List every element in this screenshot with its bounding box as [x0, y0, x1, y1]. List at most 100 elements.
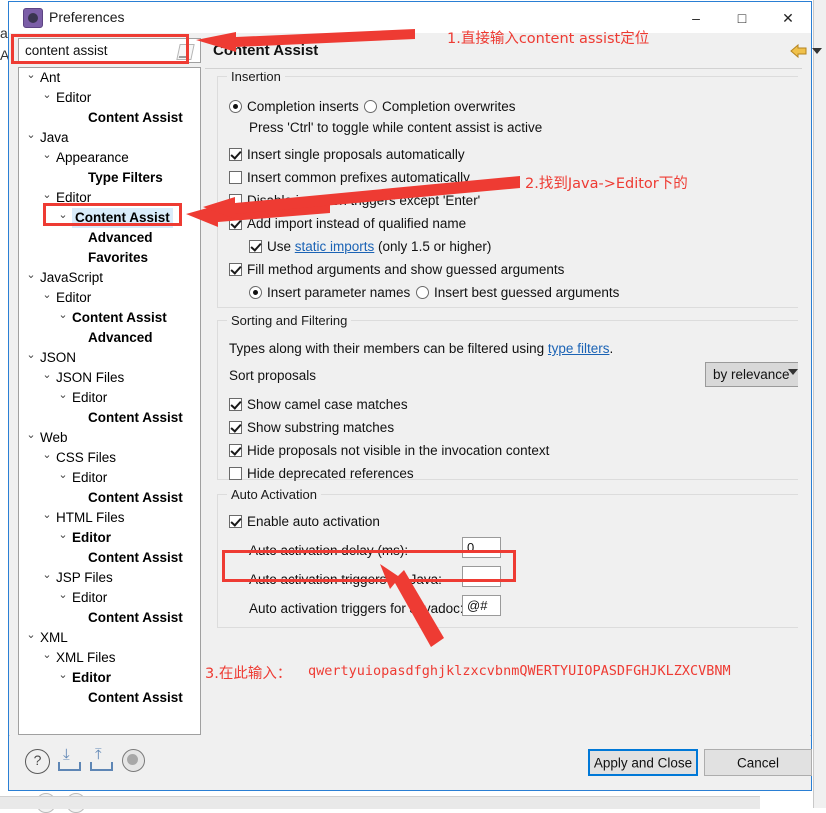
- export-icon[interactable]: ⤒: [90, 747, 113, 771]
- apply-and-close-label: Apply and Close: [593, 755, 693, 770]
- checkbox-indicator: [229, 194, 242, 207]
- auto-activation-legend: Auto Activation: [227, 487, 321, 502]
- add-import-label: Add import instead of qualified name: [247, 216, 467, 231]
- tree-item-content-assist[interactable]: Content Assist: [19, 108, 200, 128]
- chevron-down-icon[interactable]: ⌄: [41, 645, 53, 665]
- background-bottom-strip: [0, 796, 760, 809]
- hide-not-visible-label: Hide proposals not visible in the invoca…: [247, 443, 550, 458]
- maximize-icon: □: [737, 10, 747, 26]
- tree-item-jsp-files[interactable]: ⌄ JSP Files: [19, 568, 200, 588]
- show-substring-checkbox[interactable]: Show substring matches: [229, 420, 394, 435]
- tree-item-label: Content Assist: [88, 490, 183, 505]
- tree-item-label: Content Assist: [88, 550, 183, 565]
- insert-best-guessed-radio[interactable]: Insert best guessed arguments: [416, 285, 619, 300]
- chevron-down-icon[interactable]: ⌄: [25, 345, 37, 365]
- checkbox-indicator: [229, 467, 242, 480]
- auto-activation-javadoc-input[interactable]: @#: [462, 595, 501, 616]
- hide-deprecated-checkbox[interactable]: Hide deprecated references: [229, 466, 414, 481]
- completion-overwrites-radio[interactable]: Completion overwrites: [364, 99, 516, 114]
- sorting-legend: Sorting and Filtering: [227, 313, 352, 328]
- close-button[interactable]: ✕: [765, 2, 811, 33]
- chevron-down-icon[interactable]: ⌄: [41, 145, 53, 165]
- type-filters-link[interactable]: type filters: [548, 341, 610, 356]
- show-substring-label: Show substring matches: [247, 420, 395, 435]
- help-icon[interactable]: [25, 749, 50, 774]
- hide-not-visible-checkbox[interactable]: Hide proposals not visible in the invoca…: [229, 443, 549, 458]
- tree-item-editor[interactable]: ⌄ Editor: [19, 288, 200, 308]
- annotation-box-content-assist-node: [43, 203, 182, 226]
- tree-item-label: Advanced: [88, 330, 153, 345]
- tree-item-advanced[interactable]: Advanced: [19, 228, 200, 248]
- tree-item-label: Advanced: [88, 230, 153, 245]
- tree-item-content-assist[interactable]: ⌄ Content Assist: [19, 308, 200, 328]
- chevron-down-icon[interactable]: ⌄: [57, 305, 69, 325]
- chevron-down-icon[interactable]: ⌄: [57, 585, 69, 605]
- sort-proposals-label: Sort proposals: [229, 368, 317, 383]
- insert-parameter-names-radio[interactable]: Insert parameter names: [249, 285, 410, 300]
- tree-item-editor[interactable]: ⌄ Editor: [19, 588, 200, 608]
- tree-item-css-files[interactable]: ⌄ CSS Files: [19, 448, 200, 468]
- chevron-down-icon[interactable]: ⌄: [57, 525, 69, 545]
- chevron-down-icon[interactable]: ⌄: [25, 625, 37, 645]
- use-static-imports-checkbox[interactable]: Use static imports (only 1.5 or higher): [249, 239, 491, 254]
- chevron-down-icon[interactable]: ⌄: [41, 285, 53, 305]
- tree-item-editor[interactable]: ⌄ Editor: [19, 468, 200, 488]
- back-dropdown-icon[interactable]: [812, 48, 822, 54]
- tree-item-content-assist[interactable]: Content Assist: [19, 408, 200, 428]
- chevron-down-icon[interactable]: ⌄: [41, 185, 53, 205]
- tree-item-favorites[interactable]: Favorites: [19, 248, 200, 268]
- preferences-tree[interactable]: ⌄ Ant ⌄ Editor Content Assist ⌄ Java ⌄ Appearanc…: [18, 67, 201, 735]
- chevron-down-icon[interactable]: ⌄: [41, 565, 53, 585]
- chevron-down-icon[interactable]: ⌄: [41, 365, 53, 385]
- use-static-imports-label-pre: Use: [267, 239, 295, 254]
- chevron-down-icon[interactable]: ⌄: [57, 465, 69, 485]
- checkbox-indicator: [229, 171, 242, 184]
- import-arrow: ⤓: [63, 746, 70, 763]
- static-imports-link[interactable]: static imports: [295, 239, 375, 254]
- sort-proposals-select[interactable]: by relevance: [705, 362, 798, 387]
- tree-item-editor[interactable]: ⌄ Editor: [19, 668, 200, 688]
- tree-item-xml-files[interactable]: ⌄ XML Files: [19, 648, 200, 668]
- show-camel-case-checkbox[interactable]: Show camel case matches: [229, 397, 408, 412]
- chevron-down-icon[interactable]: ⌄: [41, 85, 53, 105]
- insert-parameter-names-label: Insert parameter names: [267, 285, 411, 300]
- fill-method-arguments-checkbox[interactable]: Fill method arguments and show guessed a…: [229, 262, 564, 277]
- cancel-button[interactable]: Cancel: [704, 749, 812, 776]
- tree-item-html-files[interactable]: ⌄ HTML Files: [19, 508, 200, 528]
- tree-item-editor[interactable]: ⌄ Editor: [19, 88, 200, 108]
- tree-item-appearance[interactable]: ⌄ Appearance: [19, 148, 200, 168]
- tree-item-editor[interactable]: ⌄ Editor: [19, 388, 200, 408]
- chevron-down-icon[interactable]: ⌄: [41, 505, 53, 525]
- insert-common-prefixes-checkbox[interactable]: Insert common prefixes automatically: [229, 170, 470, 185]
- chevron-down-icon[interactable]: ⌄: [57, 665, 69, 685]
- back-arrow-icon[interactable]: [790, 40, 807, 59]
- window-title: Preferences: [49, 9, 125, 25]
- chevron-down-icon[interactable]: ⌄: [25, 265, 37, 285]
- add-import-checkbox[interactable]: Add import instead of qualified name: [229, 216, 466, 231]
- import-icon[interactable]: ⤓: [58, 746, 81, 771]
- disable-insertion-triggers-checkbox[interactable]: Disable insertion triggers except 'Enter…: [229, 193, 480, 208]
- tree-item-json-files[interactable]: ⌄ JSON Files: [19, 368, 200, 388]
- tree-item-advanced[interactable]: Advanced: [19, 328, 200, 348]
- minimize-icon: –: [692, 10, 700, 26]
- chevron-down-icon[interactable]: ⌄: [41, 445, 53, 465]
- tree-item-editor[interactable]: ⌄ Editor: [19, 528, 200, 548]
- tree-item-label: Editor: [72, 390, 108, 405]
- background-text-a: a: [0, 25, 8, 41]
- completion-inserts-radio[interactable]: Completion inserts: [229, 99, 359, 114]
- insert-single-proposals-checkbox[interactable]: Insert single proposals automatically: [229, 147, 465, 162]
- chevron-down-icon[interactable]: ⌄: [25, 68, 37, 85]
- maximize-button[interactable]: □: [719, 2, 765, 33]
- tree-item-content-assist[interactable]: Content Assist: [19, 608, 200, 628]
- chevron-down-icon[interactable]: ⌄: [57, 385, 69, 405]
- radio-indicator: [229, 100, 242, 113]
- minimize-button[interactable]: –: [673, 2, 719, 33]
- chevron-down-icon[interactable]: ⌄: [25, 125, 37, 145]
- enable-auto-activation-checkbox[interactable]: Enable auto activation: [229, 514, 380, 529]
- tree-item-content-assist[interactable]: Content Assist: [19, 688, 200, 708]
- filter-globe-icon[interactable]: [122, 749, 145, 772]
- apply-and-close-button[interactable]: Apply and Close: [588, 749, 698, 776]
- page-navigation-toolbar: [790, 40, 822, 64]
- tree-item-label: Editor: [72, 530, 111, 545]
- chevron-down-icon[interactable]: ⌄: [25, 425, 37, 445]
